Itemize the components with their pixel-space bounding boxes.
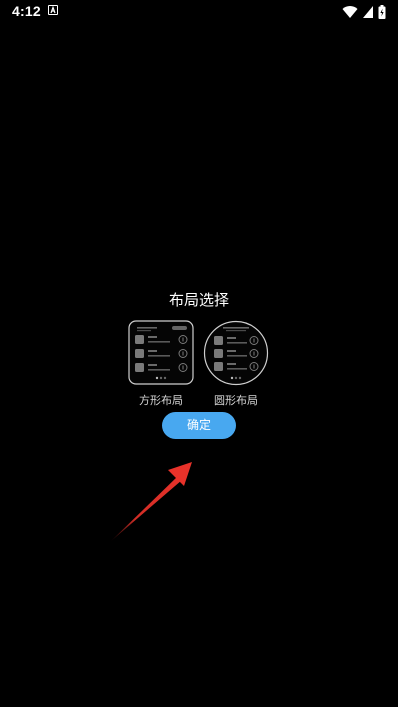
round-layout-option[interactable]: 圆形布局 (203, 320, 269, 407)
square-layout-label: 方形布局 (139, 394, 183, 407)
signal-icon (362, 4, 374, 18)
square-layout-icon[interactable] (128, 320, 194, 386)
layout-selection-title: 布局选择 (168, 291, 229, 309)
accessibility-a-icon (48, 5, 58, 15)
annotation-arrow-icon (104, 456, 200, 552)
status-bar: 4:12 (0, 0, 398, 24)
confirm-button[interactable]: 确定 (162, 412, 236, 439)
status-time: 4:12 (12, 3, 41, 19)
square-layout-option[interactable]: 方形布局 (128, 320, 194, 407)
round-layout-icon[interactable] (203, 320, 269, 386)
wifi-icon (342, 4, 358, 19)
round-layout-label: 圆形布局 (214, 394, 258, 407)
status-icons (342, 4, 386, 19)
battery-charging-icon (378, 4, 386, 19)
